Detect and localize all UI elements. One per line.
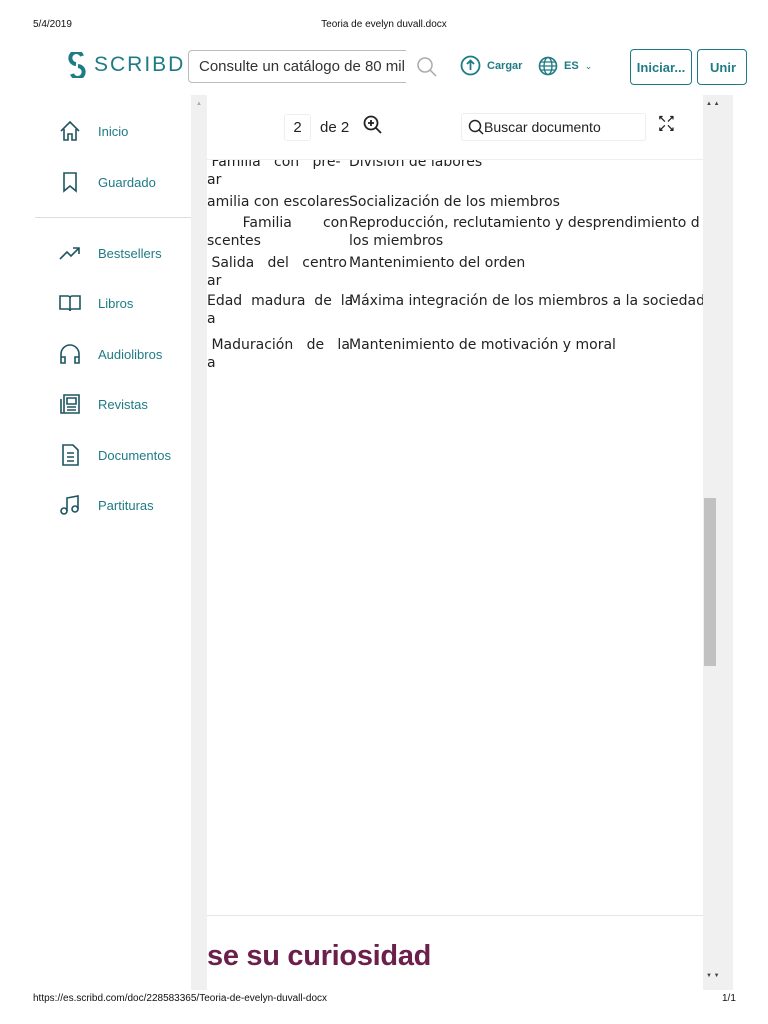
- catalog-search-input[interactable]: Consulte un catálogo de 80 millo: [188, 50, 406, 83]
- sidebar-item-libros[interactable]: Libros: [58, 291, 133, 315]
- sidebar-item-documentos[interactable]: Documentos: [58, 443, 171, 467]
- sidebar-item-audiolibros[interactable]: Audiolibros: [58, 342, 162, 366]
- stage-cell: Familia con: [207, 215, 349, 231]
- search-icon[interactable]: [416, 56, 438, 78]
- sidebar-item-label: Inicio: [98, 123, 129, 139]
- page-scrollbar[interactable]: ▲ ▲ ▼ ▼: [703, 95, 733, 990]
- scroll-up-icon[interactable]: ▲: [191, 101, 207, 107]
- stage-cell: Familia con pre-: [207, 160, 341, 170]
- document-search-input[interactable]: Buscar documento: [461, 113, 646, 141]
- stage-cell: ar: [207, 273, 222, 289]
- upload-icon: [460, 55, 481, 76]
- scroll-up-icon[interactable]: ▲ ▲: [706, 101, 733, 107]
- sidebar-scrollbar[interactable]: ▲: [191, 95, 207, 990]
- chevron-down-icon: ⌄: [584, 60, 593, 71]
- logo-text: SCRIBD: [94, 53, 186, 76]
- viewer-toolbar: 2 de 2 Buscar documento ↖↗ ↙↘: [207, 95, 703, 160]
- print-title: Teoria de evelyn duvall.docx: [321, 19, 447, 30]
- task-cell: Reproducción, reclutamiento y desprendim…: [349, 215, 700, 231]
- sidebar-item-label: Audiolibros: [98, 346, 163, 362]
- stage-cell: Maduración de la: [207, 337, 350, 353]
- search-icon: [468, 119, 484, 135]
- language-label: ES: [564, 60, 579, 72]
- bookmark-icon: [63, 172, 77, 193]
- sidebar-item-label: Revistas: [98, 396, 148, 412]
- trending-icon: [59, 247, 80, 260]
- print-page: 1/1: [722, 993, 736, 1004]
- fullscreen-icon[interactable]: ↖↗ ↙↘: [658, 115, 675, 134]
- promo-heading: se su curiosidad: [207, 940, 432, 972]
- document-page: Familia con pre-ar División de labores ami…: [207, 160, 703, 915]
- stage-cell: a: [207, 355, 216, 371]
- sidebar-item-partituras[interactable]: Partituras: [58, 493, 154, 517]
- stage-cell: Salida del centro: [207, 255, 347, 271]
- magazine-icon: [60, 394, 80, 414]
- music-icon: [60, 495, 79, 515]
- stage-cell: amilia con escolares: [207, 194, 350, 210]
- document-search-placeholder: Buscar documento: [484, 119, 601, 135]
- task-cell: Mantenimiento del orden: [349, 255, 526, 271]
- join-button[interactable]: Unir: [697, 49, 747, 85]
- sidebar-divider: [35, 217, 191, 218]
- sidebar-item-label: Documentos: [98, 447, 171, 463]
- zoom-in-icon[interactable]: [363, 115, 383, 135]
- upload-label: Cargar: [487, 59, 523, 72]
- upload-button[interactable]: Cargar: [460, 55, 522, 76]
- task-cell: Socialización de los miembros: [349, 194, 560, 210]
- scribd-logo[interactable]: SCRIBD: [66, 52, 185, 78]
- page-number-input[interactable]: 2: [284, 114, 311, 141]
- login-button[interactable]: Iniciar...: [630, 49, 692, 85]
- promo-divider: [207, 915, 703, 916]
- document-icon: [62, 444, 79, 466]
- sidebar-item-revistas[interactable]: Revistas: [58, 392, 148, 416]
- sidebar-item-guardado[interactable]: Guardado: [58, 170, 156, 194]
- sidebar: Inicio Guardado Bestsellers Libros Audio…: [35, 95, 191, 990]
- sidebar-item-inicio[interactable]: Inicio: [58, 119, 128, 143]
- stage-cell: ar: [207, 172, 222, 188]
- scroll-down-icon[interactable]: ▼ ▼: [706, 973, 720, 979]
- task-cell: Mantenimiento de motivación y moral: [349, 337, 616, 353]
- sidebar-item-label: Libros: [98, 295, 134, 311]
- sidebar-item-bestsellers[interactable]: Bestsellers: [58, 241, 162, 265]
- sidebar-item-label: Guardado: [98, 174, 156, 190]
- task-cell: División de labores: [349, 160, 483, 170]
- scrollbar-thumb[interactable]: [704, 498, 716, 666]
- page-count: de 2: [320, 119, 350, 136]
- stage-cell: scentes: [207, 233, 261, 249]
- print-url: https://es.scribd.com/doc/228583365/Teor…: [33, 993, 328, 1004]
- language-selector[interactable]: ES ⌄: [538, 56, 592, 76]
- stage-cell: a: [207, 311, 216, 327]
- task-cell: los miembros: [349, 233, 444, 249]
- home-icon: [60, 120, 80, 141]
- globe-icon: [538, 56, 558, 76]
- task-cell: Máxima integración de los miembros a la …: [349, 293, 703, 309]
- sidebar-item-label: Bestsellers: [98, 245, 162, 261]
- stage-cell: Edad madura de la: [207, 293, 354, 309]
- scribd-logo-icon: [68, 52, 86, 78]
- headphones-icon: [60, 344, 80, 364]
- sidebar-item-label: Partituras: [98, 497, 154, 513]
- book-icon: [59, 295, 81, 312]
